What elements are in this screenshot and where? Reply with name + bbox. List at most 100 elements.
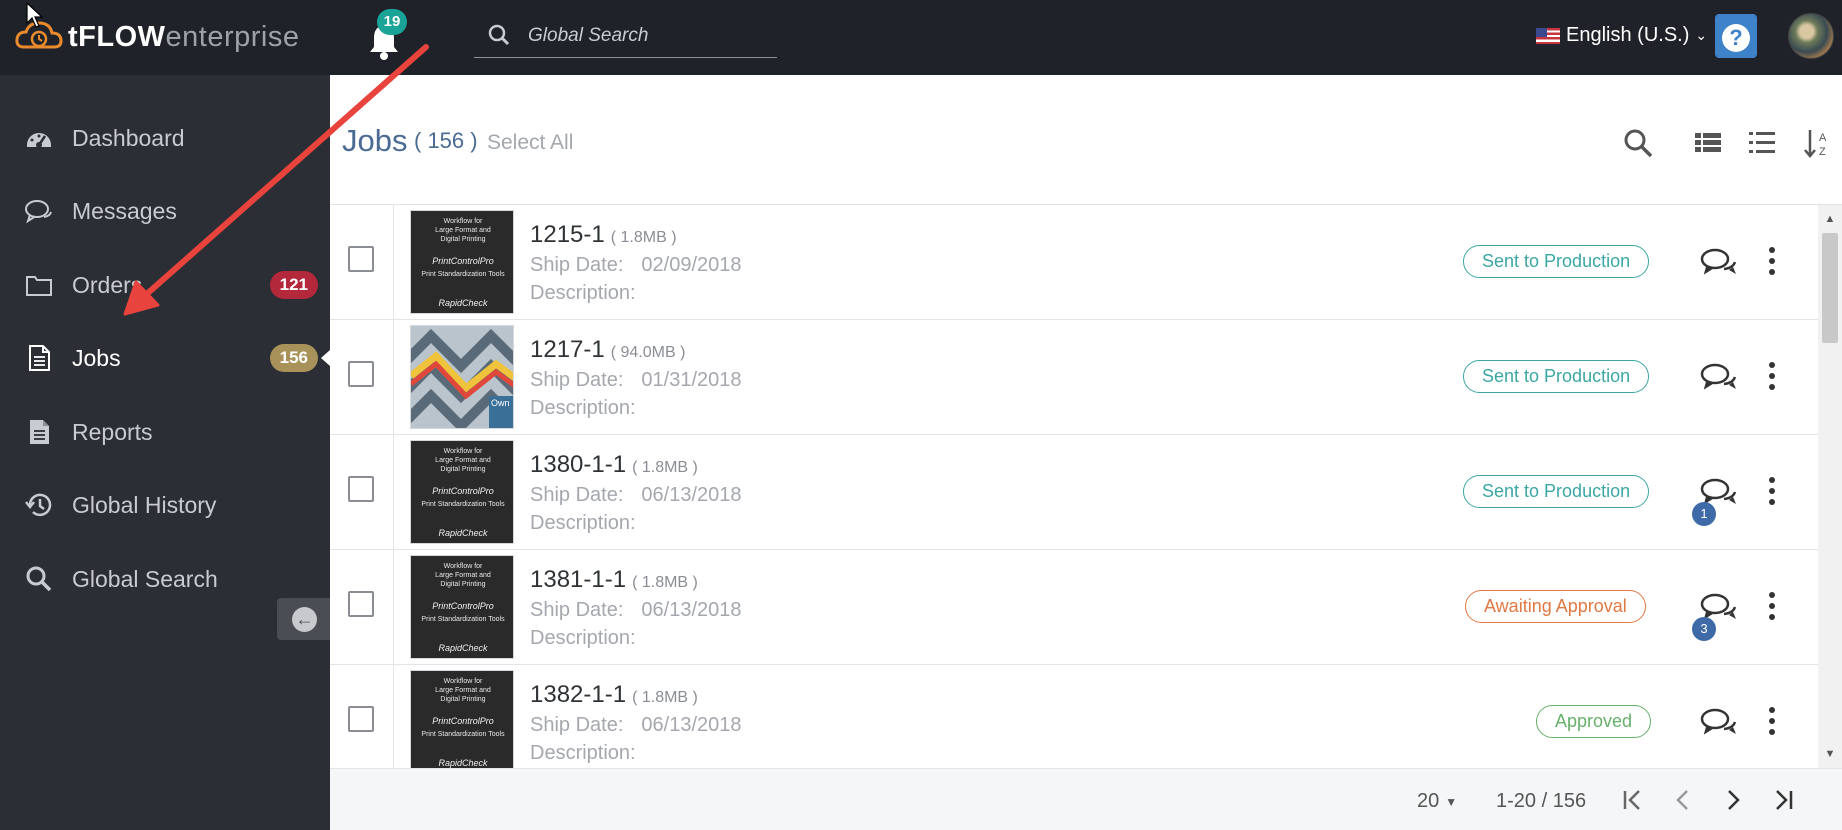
last-page-icon[interactable]	[1768, 785, 1798, 815]
sort-az-icon[interactable]: A Z	[1802, 127, 1834, 159]
scrollbar-thumb[interactable]	[1822, 233, 1838, 343]
ship-date-value: 01/31/2018	[641, 369, 742, 391]
job-row[interactable]: Workflow for Large Format and Digital Pr…	[330, 435, 1818, 550]
job-size: ( 94.0MB )	[610, 344, 686, 361]
sidebar-item-dashboard[interactable]: Dashboard	[0, 108, 330, 168]
job-thumbnail[interactable]: Workflow for Large Format and Digital Pr…	[410, 670, 514, 768]
row-select-cell	[330, 320, 394, 435]
thumb-text: Workflow for	[443, 563, 483, 570]
jobs-count-badge: 156	[269, 344, 318, 372]
thumb-text: Digital Printing	[440, 581, 486, 588]
job-thumbnail[interactable]: Own	[410, 325, 514, 429]
row-checkbox[interactable]	[348, 476, 374, 502]
job-id[interactable]: 1380-1-1 ( 1.8MB )	[530, 451, 698, 479]
language-selector[interactable]: English (U.S.) ⌄	[1536, 24, 1707, 47]
job-thumbnail[interactable]: Workflow for Large Format and Digital Pr…	[410, 210, 514, 314]
thumb-text: Digital Printing	[440, 466, 486, 473]
scroll-down-icon[interactable]: ▼	[1824, 748, 1836, 760]
comments-icon[interactable]	[1700, 705, 1738, 739]
more-options-icon[interactable]	[1762, 358, 1782, 394]
maze-image: Own	[411, 326, 513, 428]
sidebar-item-reports[interactable]: Reports	[0, 402, 330, 462]
page-range: 1-20 / 156	[1496, 790, 1587, 812]
sidebar-item-label: Messages	[72, 197, 177, 224]
job-id[interactable]: 1381-1-1 ( 1.8MB )	[530, 566, 698, 594]
user-avatar[interactable]	[1788, 13, 1834, 59]
job-thumbnail[interactable]: Workflow for Large Format and Digital Pr…	[410, 555, 514, 659]
job-size: ( 1.8MB )	[632, 459, 698, 476]
ship-date-value: 02/09/2018	[641, 254, 742, 276]
list-view-icon[interactable]	[1746, 127, 1778, 159]
global-search-input[interactable]	[528, 22, 768, 50]
ship-date-label: Ship Date:	[530, 254, 624, 276]
row-select-cell	[330, 205, 394, 320]
more-options-icon[interactable]	[1762, 473, 1782, 509]
status-badge[interactable]: Awaiting Approval	[1465, 590, 1646, 623]
more-options-icon[interactable]	[1762, 243, 1782, 279]
thumb-text: Large Format and	[435, 572, 491, 579]
sidebar-item-jobs[interactable]: Jobs 156	[0, 328, 330, 388]
thumb-brand: PrintControlPro	[432, 716, 494, 726]
collapse-sidebar-button[interactable]: ←	[277, 598, 330, 640]
help-icon: ?	[1722, 24, 1750, 52]
job-size: ( 1.8MB )	[610, 229, 677, 246]
status-badge[interactable]: Sent to Production	[1463, 245, 1650, 278]
sidebar-item-messages[interactable]: Messages	[0, 181, 330, 241]
thumb-brand: RapidCheck	[438, 643, 488, 653]
status-badge[interactable]: Sent to Production	[1463, 360, 1650, 393]
job-row[interactable]: Workflow for Large Format and Digital Pr…	[330, 550, 1818, 665]
thumb-brand: PrintControlPro	[432, 601, 494, 611]
next-page-icon[interactable]	[1718, 785, 1748, 815]
list-scrollbar[interactable]: ▲ ▼	[1818, 205, 1842, 768]
page-size-select[interactable]: 20 ▼	[1417, 790, 1457, 813]
more-options-icon[interactable]	[1762, 588, 1782, 624]
more-options-icon[interactable]	[1762, 703, 1782, 739]
previous-page-icon[interactable]	[1668, 785, 1698, 815]
job-id[interactable]: 1382-1-1 ( 1.8MB )	[530, 681, 698, 709]
job-size: ( 1.8MB )	[632, 689, 698, 706]
page-title: Jobs	[342, 123, 408, 158]
logo-text-bold: tFLOW	[68, 20, 166, 53]
detail-view-icon[interactable]	[1692, 127, 1724, 159]
job-row[interactable]: Own 1217-1 ( 94.0MB ) Ship Date: 01/31/201…	[330, 320, 1818, 435]
row-checkbox[interactable]	[348, 591, 374, 617]
thumb-brand: PrintControlPro	[432, 486, 494, 496]
sidebar-item-label: Global Search	[72, 565, 218, 592]
sidebar-item-label: Reports	[72, 418, 153, 445]
folder-icon	[26, 276, 52, 296]
ship-date-label: Ship Date:	[530, 714, 624, 736]
job-thumbnail[interactable]: Workflow for Large Format and Digital Pr…	[410, 440, 514, 544]
ship-date-value: 06/13/2018	[641, 599, 742, 621]
job-id[interactable]: 1215-1 ( 1.8MB )	[530, 221, 677, 249]
status-badge[interactable]: Sent to Production	[1463, 475, 1650, 508]
ship-date: Ship Date: 06/13/2018	[530, 484, 742, 507]
comments-icon[interactable]	[1700, 360, 1738, 394]
first-page-icon[interactable]	[1618, 785, 1648, 815]
job-id[interactable]: 1217-1 ( 94.0MB )	[530, 336, 685, 364]
row-checkbox[interactable]	[348, 361, 374, 387]
help-button[interactable]: ?	[1715, 14, 1757, 58]
description-label: Description:	[530, 512, 636, 534]
status-badge[interactable]: Approved	[1536, 705, 1652, 738]
row-checkbox[interactable]	[348, 706, 374, 732]
tflow-logo[interactable]: tFLOW enterprise	[14, 16, 299, 58]
select-all-link[interactable]: Select All	[487, 131, 573, 155]
search-icon[interactable]	[1622, 127, 1654, 159]
thumb-text: Print Standardization Tools	[421, 731, 505, 738]
sidebar-item-orders[interactable]: Orders 121	[0, 255, 330, 315]
job-id-text: 1381-1-1	[530, 566, 627, 593]
comments-icon[interactable]	[1700, 245, 1738, 279]
svg-text:A: A	[1819, 132, 1827, 144]
scroll-up-icon[interactable]: ▲	[1824, 213, 1836, 225]
sidebar: Dashboard Messages Orders 121 Jobs 156 R…	[0, 75, 330, 830]
sidebar-item-label: Dashboard	[72, 124, 185, 151]
job-row[interactable]: Workflow for Large Format and Digital Pr…	[330, 665, 1818, 768]
comment-count-badge: 1	[1692, 502, 1716, 526]
job-row[interactable]: Workflow for Large Format and Digital Pr…	[330, 205, 1818, 320]
ship-date-label: Ship Date:	[530, 599, 624, 621]
sidebar-item-global-history[interactable]: Global History	[0, 475, 330, 535]
job-size: ( 1.8MB )	[632, 574, 698, 591]
row-checkbox[interactable]	[348, 246, 374, 272]
logo-text-light: enterprise	[165, 20, 300, 53]
job-id-text: 1382-1-1	[530, 681, 627, 708]
